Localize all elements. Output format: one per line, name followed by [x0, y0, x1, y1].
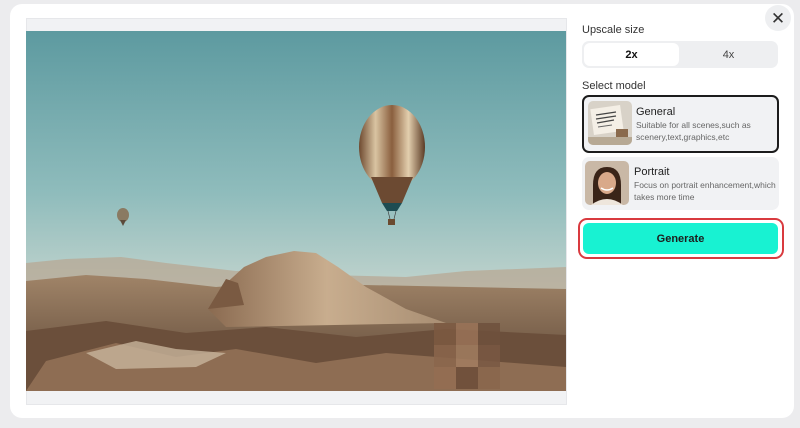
close-button[interactable]: ✕ — [765, 5, 791, 31]
upscale-size-selector: 2x 4x — [582, 41, 778, 68]
general-model-name: General — [636, 106, 676, 118]
model-card-general[interactable]: General Suitable for all scenes,such as … — [582, 95, 779, 153]
generate-button[interactable]: Generate — [583, 223, 778, 254]
upscale-4x-option[interactable]: 4x — [681, 43, 776, 66]
upscale-size-label: Upscale size — [582, 24, 645, 36]
upscale-2x-option[interactable]: 2x — [584, 43, 679, 66]
general-model-thumbnail — [588, 101, 632, 145]
portrait-model-description: Focus on portrait enhancement,which take… — [634, 180, 776, 202]
general-model-description: Suitable for all scenes,such as scenery,… — [636, 120, 751, 142]
close-icon: ✕ — [770, 8, 786, 28]
portrait-model-thumbnail — [585, 161, 629, 205]
model-card-portrait[interactable]: Portrait Focus on portrait enhancement,w… — [582, 157, 779, 210]
select-model-label: Select model — [582, 80, 646, 92]
preview-image — [26, 31, 566, 391]
portrait-model-name: Portrait — [634, 166, 670, 178]
